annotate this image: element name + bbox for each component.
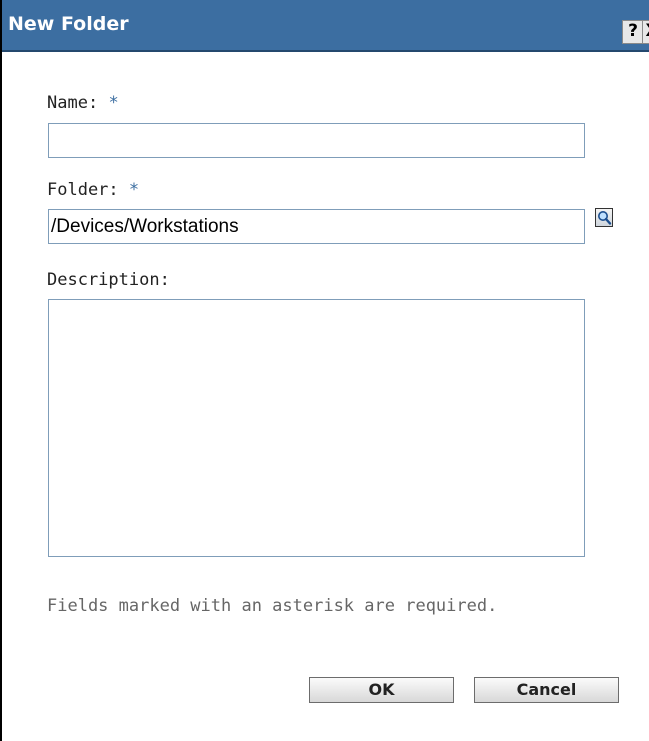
folder-label-text: Folder:: [47, 180, 119, 200]
dialog-title: New Folder: [8, 13, 129, 35]
required-fields-note: Fields marked with an asterisk are requi…: [47, 596, 498, 616]
cancel-button[interactable]: Cancel: [474, 677, 619, 703]
description-textarea[interactable]: [48, 299, 585, 557]
browse-folder-button[interactable]: [595, 208, 613, 227]
name-label: Name: *: [47, 93, 119, 113]
folder-input[interactable]: /Devices/Workstations: [48, 209, 585, 244]
dialog-titlebar: New Folder ? X: [2, 0, 649, 52]
help-button[interactable]: ?: [622, 20, 644, 44]
name-required-asterisk: *: [108, 93, 119, 113]
folder-required-asterisk: *: [128, 180, 140, 200]
close-button[interactable]: X: [642, 20, 649, 44]
description-label: Description:: [47, 270, 170, 290]
folder-label: Folder: *: [47, 180, 139, 200]
name-label-text: Name:: [47, 93, 99, 113]
magnifier-icon: [598, 211, 612, 225]
new-folder-dialog: New Folder ? X Name: * Folder: * /Device…: [0, 0, 649, 741]
name-input[interactable]: [48, 123, 585, 158]
folder-input-value: /Devices/Workstations: [51, 216, 239, 237]
ok-button[interactable]: OK: [309, 677, 454, 703]
